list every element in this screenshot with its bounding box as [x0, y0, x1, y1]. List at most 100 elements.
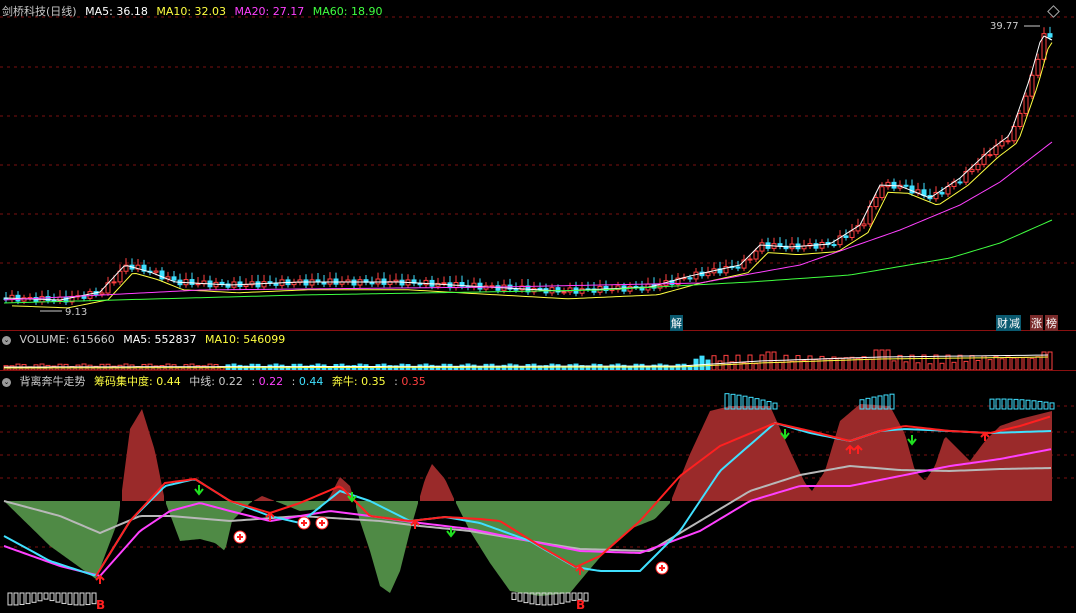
candle-body	[861, 223, 867, 227]
volume-bar	[705, 359, 711, 370]
bottom-histogram	[13, 592, 19, 606]
line3-legend: : 0.44	[291, 375, 324, 388]
volume-bar	[951, 361, 957, 370]
bull-area	[122, 409, 164, 501]
candle-body	[903, 184, 909, 187]
indicator-chart[interactable]	[0, 371, 1076, 613]
indicator-panel[interactable]: ⌄ 背离奔牛走势 筹码集中度: 0.44 中线: 0.22 : 0.22 : 0…	[0, 371, 1076, 613]
volume-panel[interactable]: ⌄ VOLUME: 615660 MA5: 552837 MA10: 54609…	[0, 331, 1076, 371]
volume-bar	[795, 355, 801, 370]
bottom-histogram	[7, 592, 13, 606]
bottom-histogram	[55, 592, 61, 603]
volume-header: ⌄ VOLUME: 615660 MA5: 552837 MA10: 54609…	[2, 333, 290, 346]
indicator-name: 背离奔牛走势	[19, 375, 86, 388]
volume-bar	[915, 362, 921, 370]
volume-bar	[963, 360, 969, 370]
bottom-histogram	[559, 592, 565, 604]
volume-legend: VOLUME: 615660	[19, 333, 115, 346]
volume-bar	[711, 355, 717, 370]
volume-bar	[1005, 356, 1011, 370]
volume-bar	[885, 349, 891, 370]
candle-body	[579, 288, 585, 294]
candle-body	[369, 281, 375, 285]
buy-arrow-icon	[95, 574, 105, 584]
volume-bar	[777, 361, 783, 370]
bottom-histogram	[25, 592, 31, 605]
bang-tag[interactable]: 榜	[1045, 315, 1058, 331]
volume-bar	[837, 357, 843, 370]
candle-body	[885, 181, 891, 188]
candle-body	[939, 191, 945, 195]
candle-body	[561, 291, 567, 294]
candle-body	[87, 291, 93, 299]
volume-bar	[939, 362, 945, 370]
volume-bar	[945, 354, 951, 370]
top-histogram	[1037, 400, 1043, 410]
bottom-histogram	[553, 592, 559, 605]
candle-body	[1035, 58, 1041, 76]
ma60-legend: MA60: 18.90	[312, 5, 383, 18]
candle-body	[243, 284, 249, 288]
candle-body	[1017, 112, 1023, 128]
bottom-histogram	[73, 592, 79, 606]
volume-bar	[987, 359, 993, 370]
candle-body	[867, 206, 873, 225]
high-price-label: 39.77	[990, 21, 1019, 32]
ma5-line	[3, 35, 1053, 301]
stock-name: 剑桥科技(日线)	[2, 5, 77, 18]
top-histogram	[1031, 400, 1037, 410]
volume-bar	[933, 354, 939, 370]
jie-tag[interactable]: 解	[670, 315, 683, 331]
zhang-tag[interactable]: 涨	[1030, 315, 1043, 331]
candle-body	[219, 281, 225, 285]
candlestick-chart[interactable]	[0, 0, 1076, 330]
volume-bar	[999, 358, 1005, 370]
buy-marker: B	[96, 598, 106, 612]
bottom-histogram	[19, 592, 25, 605]
top-histogram	[889, 393, 895, 410]
line2-legend: : 0.22	[251, 375, 284, 388]
top-histogram	[995, 398, 1001, 410]
ma20-legend: MA20: 27.17	[234, 5, 305, 18]
volume-bar	[843, 357, 849, 370]
chevron-down-icon[interactable]: ⌄	[2, 377, 11, 387]
price-chart-panel[interactable]: 剑桥科技(日线) MA5: 36.18 MA10: 32.03 MA20: 27…	[0, 0, 1076, 331]
volume-bar	[927, 363, 933, 370]
chevron-down-icon[interactable]: ⌄	[2, 335, 11, 345]
low-price-label: 9.13	[65, 307, 88, 318]
candle-body	[687, 277, 693, 280]
ma10-legend: MA10: 32.03	[156, 5, 227, 18]
volume-bar	[993, 355, 999, 370]
candle-body	[567, 287, 573, 293]
candle-body	[99, 292, 105, 295]
volume-bar	[747, 354, 753, 370]
candle-body	[423, 279, 429, 286]
volume-bar	[891, 360, 897, 370]
ma5-legend: MA5: 36.18	[85, 5, 148, 18]
ma10-line	[11, 42, 1053, 309]
volume-bar	[1023, 356, 1029, 370]
candle-body	[849, 230, 855, 238]
candle-body	[111, 281, 117, 284]
bull-area	[420, 464, 454, 501]
top-histogram	[1007, 398, 1013, 410]
candle-body	[1029, 74, 1035, 97]
volume-bar	[903, 361, 909, 370]
bull-area	[254, 496, 274, 501]
candle-body	[813, 243, 819, 249]
bull-legend: 奔牛: 0.35	[331, 375, 386, 388]
candle-body	[705, 272, 711, 277]
sell-arrow-icon	[194, 485, 204, 496]
bottom-histogram	[511, 592, 517, 600]
bottom-histogram	[67, 592, 73, 605]
vol-ma5-legend: MA5: 552837	[123, 333, 197, 346]
top-histogram	[1013, 398, 1019, 410]
candle-body	[945, 185, 951, 195]
candle-body	[1005, 140, 1011, 143]
volume-bar	[849, 356, 855, 370]
top-histogram	[989, 398, 995, 410]
jian-tag[interactable]: 减	[1008, 315, 1021, 331]
bottom-histogram	[565, 592, 571, 603]
volume-bar	[1029, 357, 1035, 370]
bottom-histogram	[31, 592, 37, 603]
